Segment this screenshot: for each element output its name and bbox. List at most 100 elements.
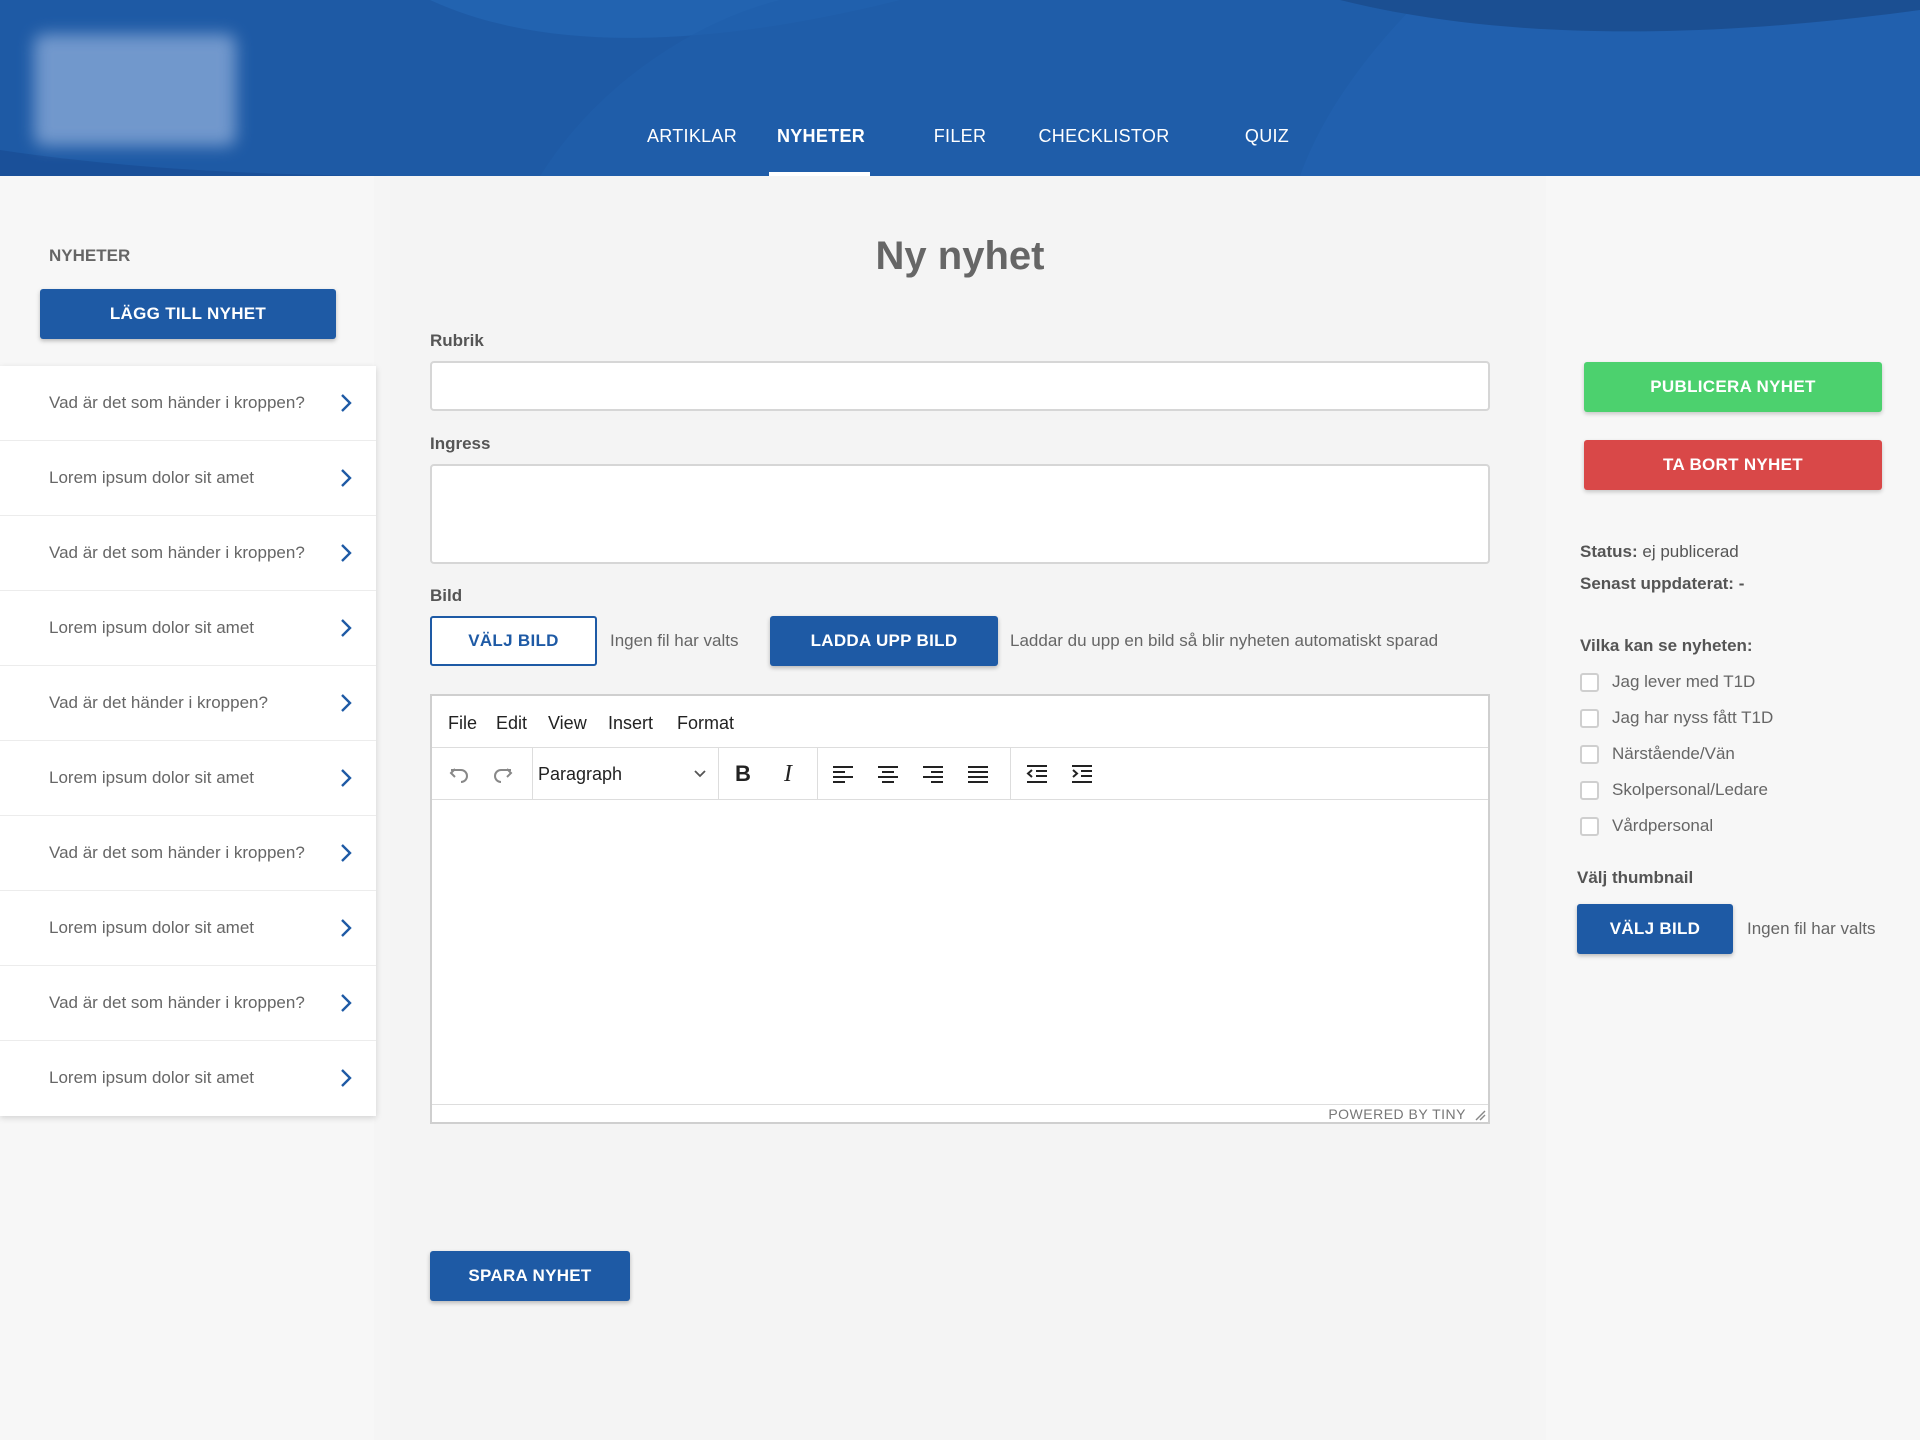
list-item-label: Lorem ipsum dolor sit amet bbox=[49, 1068, 255, 1087]
thumbnail-label: Välj thumbnail bbox=[1577, 868, 1694, 887]
list-item[interactable]: Lorem ipsum dolor sit amet bbox=[0, 1041, 376, 1116]
news-editor-form: Ny nyhet Rubrik Ingress Bild VÄLJ BILD I… bbox=[390, 176, 1530, 1440]
menu-edit[interactable]: Edit bbox=[496, 713, 527, 734]
save-news-button[interactable]: SPARA NYHET bbox=[430, 1251, 630, 1301]
add-news-button[interactable]: LÄGG TILL NYHET bbox=[40, 289, 336, 339]
block-format-select[interactable]: Paragraph bbox=[538, 760, 708, 788]
editor-toolbar: Paragraph B I bbox=[432, 748, 1488, 800]
toolbar-divider bbox=[817, 748, 818, 800]
nav-nyheter[interactable]: NYHETER bbox=[770, 126, 872, 147]
updated-value: - bbox=[1738, 574, 1745, 593]
bild-label: Bild bbox=[430, 586, 463, 605]
nav-artiklar[interactable]: ARTIKLAR bbox=[632, 126, 752, 147]
checkbox[interactable] bbox=[1580, 744, 1599, 764]
no-file-text: Ingen fil har valts bbox=[610, 631, 739, 650]
menu-view[interactable]: View bbox=[548, 713, 587, 734]
chevron-right-icon bbox=[341, 469, 352, 487]
list-item[interactable]: Lorem ipsum dolor sit amet bbox=[0, 741, 376, 816]
audience-label: Jag lever med T1D bbox=[1612, 672, 1756, 691]
ingress-label: Ingress bbox=[430, 434, 491, 453]
status-label: Status: bbox=[1580, 542, 1638, 561]
outdent-icon[interactable] bbox=[1022, 760, 1052, 788]
checkbox[interactable] bbox=[1580, 816, 1599, 836]
status-value: ej publicerad bbox=[1642, 542, 1739, 561]
menu-insert[interactable]: Insert bbox=[608, 713, 653, 734]
align-left-icon[interactable] bbox=[828, 760, 858, 788]
chevron-right-icon bbox=[341, 919, 352, 937]
chevron-right-icon bbox=[341, 394, 352, 412]
list-item-label: Lorem ipsum dolor sit amet bbox=[49, 768, 255, 787]
choose-thumbnail-button[interactable]: VÄLJ BILD bbox=[1577, 904, 1733, 954]
delete-news-button[interactable]: TA BORT NYHET bbox=[1584, 440, 1882, 490]
audience-option[interactable]: Vårdpersonal bbox=[1580, 814, 1713, 838]
resize-handle-icon[interactable] bbox=[1474, 1109, 1486, 1121]
audience-option[interactable]: Närstående/Vän bbox=[1580, 742, 1735, 766]
italic-icon[interactable]: I bbox=[773, 760, 803, 788]
upload-image-button[interactable]: LADDA UPP BILD bbox=[770, 616, 998, 666]
rubrik-input[interactable] bbox=[430, 361, 1490, 411]
list-item[interactable]: Vad är det händer i kroppen? bbox=[0, 666, 376, 741]
editor-menubar: File Edit View Insert Format bbox=[432, 696, 1488, 748]
powered-by-link[interactable]: POWERED BY TINY bbox=[1328, 1106, 1466, 1122]
editor-statusbar: POWERED BY TINY bbox=[432, 1104, 1488, 1122]
rich-text-editor: File Edit View Insert Format Paragraph B… bbox=[430, 694, 1490, 1124]
news-sidebar: NYHETER LÄGG TILL NYHET Vad är det som h… bbox=[0, 176, 376, 1440]
bold-icon[interactable]: B bbox=[728, 760, 758, 788]
list-item-label: Lorem ipsum dolor sit amet bbox=[49, 918, 255, 937]
main-nav: ARTIKLAR NYHETER FILER CHECKLISTOR QUIZ bbox=[0, 0, 1920, 176]
chevron-right-icon bbox=[341, 769, 352, 787]
ingress-textarea[interactable] bbox=[430, 464, 1490, 564]
updated-label: Senast uppdaterat: bbox=[1580, 574, 1734, 593]
rubrik-label: Rubrik bbox=[430, 331, 484, 350]
page-title: Ny nyhet bbox=[875, 234, 1045, 278]
list-item-label: Vad är det som händer i kroppen? bbox=[49, 843, 305, 862]
align-right-icon[interactable] bbox=[918, 760, 948, 788]
indent-icon[interactable] bbox=[1067, 760, 1097, 788]
audience-option[interactable]: Jag har nyss fått T1D bbox=[1580, 706, 1773, 730]
undo-icon[interactable] bbox=[444, 760, 474, 788]
nav-quiz[interactable]: QUIZ bbox=[1220, 126, 1314, 147]
nav-filer[interactable]: FILER bbox=[910, 126, 1010, 147]
list-item-label: Lorem ipsum dolor sit amet bbox=[49, 618, 255, 637]
publish-panel: PUBLICERA NYHET TA BORT NYHET Status: ej… bbox=[1546, 176, 1920, 1440]
list-item[interactable]: Lorem ipsum dolor sit amet bbox=[0, 891, 376, 966]
chevron-right-icon bbox=[341, 844, 352, 862]
align-justify-icon[interactable] bbox=[963, 760, 993, 788]
toolbar-divider bbox=[1010, 748, 1011, 800]
toolbar-divider bbox=[718, 748, 719, 800]
chevron-right-icon bbox=[341, 694, 352, 712]
updated-line: Senast uppdaterat: - bbox=[1580, 574, 1744, 594]
list-item[interactable]: Vad är det som händer i kroppen? bbox=[0, 816, 376, 891]
choose-image-button[interactable]: VÄLJ BILD bbox=[430, 616, 597, 666]
upload-hint: Laddar du upp en bild så blir nyheten au… bbox=[1010, 631, 1439, 650]
list-item[interactable]: Vad är det som händer i kroppen? bbox=[0, 966, 376, 1041]
checkbox[interactable] bbox=[1580, 672, 1599, 692]
menu-file[interactable]: File bbox=[448, 713, 477, 734]
top-header: ARTIKLAR NYHETER FILER CHECKLISTOR QUIZ bbox=[0, 0, 1920, 176]
visibility-label: Vilka kan se nyheten: bbox=[1580, 636, 1753, 655]
list-item-label: Vad är det som händer i kroppen? bbox=[49, 393, 305, 412]
align-center-icon[interactable] bbox=[873, 760, 903, 788]
block-format-value: Paragraph bbox=[538, 763, 623, 784]
list-item[interactable]: Lorem ipsum dolor sit amet bbox=[0, 441, 376, 516]
status-line: Status: ej publicerad bbox=[1580, 542, 1739, 562]
news-list: Vad är det som händer i kroppen? Lorem i… bbox=[0, 366, 376, 1116]
nav-checklistor[interactable]: CHECKLISTOR bbox=[1030, 126, 1178, 147]
audience-option[interactable]: Jag lever med T1D bbox=[1580, 670, 1755, 694]
toolbar-divider bbox=[532, 748, 533, 800]
audience-option[interactable]: Skolpersonal/Ledare bbox=[1580, 778, 1768, 802]
list-item[interactable]: Lorem ipsum dolor sit amet bbox=[0, 591, 376, 666]
publish-news-button[interactable]: PUBLICERA NYHET bbox=[1584, 362, 1882, 412]
thumbnail-no-file-text: Ingen fil har valts bbox=[1747, 919, 1876, 938]
editor-content-area[interactable] bbox=[432, 800, 1488, 1104]
checkbox[interactable] bbox=[1580, 780, 1599, 800]
list-item-label: Lorem ipsum dolor sit amet bbox=[49, 468, 255, 487]
list-item[interactable]: Vad är det som händer i kroppen? bbox=[0, 366, 376, 441]
audience-label: Skolpersonal/Ledare bbox=[1612, 780, 1768, 799]
redo-icon[interactable] bbox=[488, 760, 518, 788]
list-item-label: Vad är det som händer i kroppen? bbox=[49, 543, 305, 562]
audience-label: Närstående/Vän bbox=[1612, 744, 1735, 763]
list-item[interactable]: Vad är det som händer i kroppen? bbox=[0, 516, 376, 591]
menu-format[interactable]: Format bbox=[677, 713, 734, 734]
checkbox[interactable] bbox=[1580, 708, 1599, 728]
